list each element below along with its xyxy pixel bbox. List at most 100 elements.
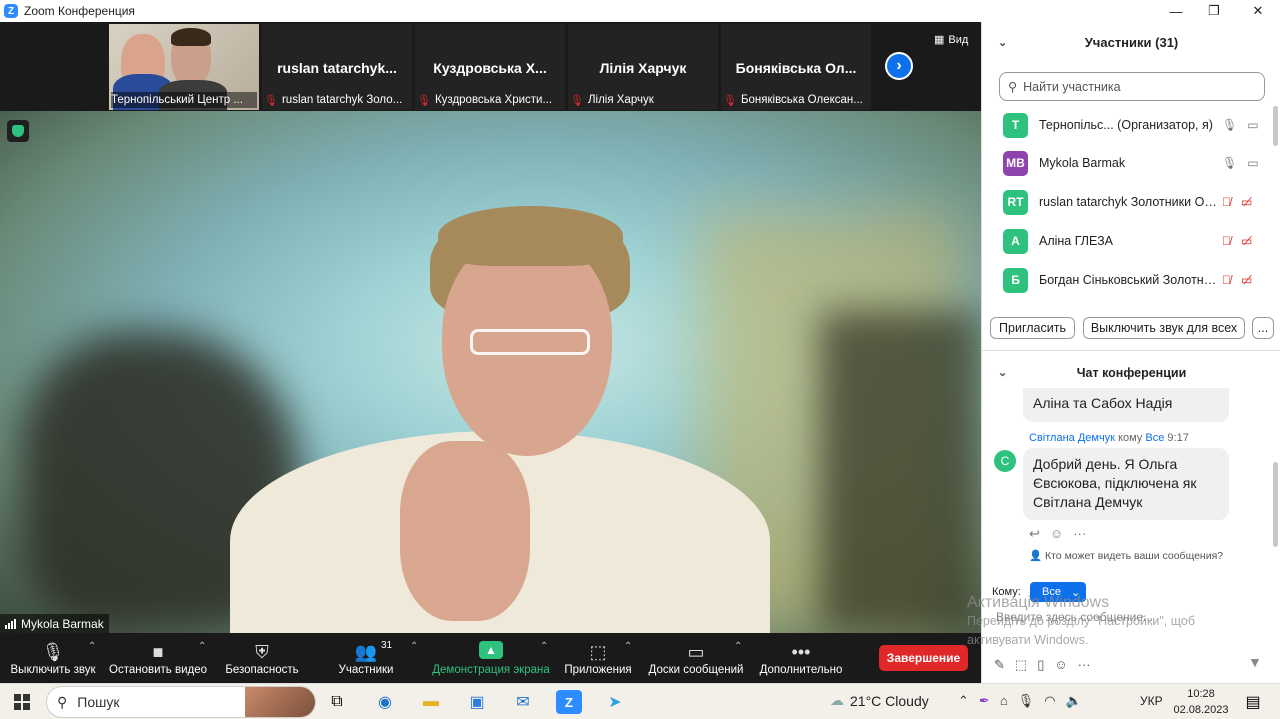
participant-row[interactable]: RT ruslan tatarchyk Золотники Ос... 🎙̸ ▭̸ (982, 183, 1272, 221)
who-can-see-link[interactable]: 👤 Кто может видеть ваши сообщения? (1029, 549, 1223, 562)
send-icon[interactable]: ▼ (1248, 654, 1262, 670)
participants-more-button[interactable]: ... (1252, 317, 1274, 339)
participant-row[interactable]: MB Mykola Barmak 🎙 ▭ (982, 144, 1272, 182)
emoji-reaction-icon[interactable]: ☺ (1050, 526, 1063, 542)
video-off-icon[interactable]: ▭̸ (1241, 195, 1252, 209)
video-options-chevron-icon[interactable]: ⌃ (198, 641, 206, 652)
language-indicator[interactable]: УКР (1140, 694, 1163, 708)
share-options-chevron-icon[interactable]: ⌃ (540, 641, 548, 652)
end-meeting-button[interactable]: Завершение (879, 645, 968, 671)
more-button[interactable]: ••• Дополнительно (756, 633, 846, 683)
view-label: Вид (948, 33, 969, 46)
video-camera-icon[interactable]: ▭ (1247, 156, 1258, 170)
next-page-button[interactable]: › (885, 52, 913, 80)
video-camera-icon[interactable]: ▭ (1247, 118, 1258, 132)
video-tile[interactable]: Боняківська Ол... 🎙 Боняківська Олексан..… (721, 24, 871, 110)
chat-sender[interactable]: Світлана Демчук (1029, 432, 1115, 444)
microphone-icon[interactable]: 🎙 (1222, 118, 1237, 132)
video-off-icon[interactable]: ▭̸ (1241, 234, 1252, 248)
zoom-app-icon[interactable]: Z (556, 690, 582, 714)
chat-message-header: Світлана Демчук кому Все 9:17 (1029, 432, 1189, 444)
meeting-area: Тернопільський Центр ... ruslan tatarchy… (0, 22, 981, 633)
mute-button[interactable]: 🎙 Выключить звук (8, 633, 98, 683)
volume-icon[interactable]: 🔈 (1066, 693, 1082, 709)
video-camera-icon: ■ (152, 642, 164, 662)
more-dots-icon[interactable]: ··· (1078, 657, 1091, 673)
windows-start-icon[interactable] (14, 694, 30, 710)
active-speaker-video (0, 111, 981, 633)
participants-options-chevron-icon[interactable]: ⌃ (410, 641, 418, 652)
microphone-muted-icon[interactable]: 🎙̸ (1222, 273, 1231, 287)
screenshot-icon[interactable]: ⬚ (1015, 657, 1027, 673)
participant-row[interactable]: T Тернопільс... (Организатор, я) 🎙 ▭ (982, 106, 1272, 144)
edge-browser-icon[interactable]: ◉ (372, 690, 398, 714)
video-tile[interactable]: Лілія Харчук 🎙 Лілія Харчук (568, 24, 718, 110)
video-tile[interactable]: Тернопільський Центр ... (109, 24, 259, 110)
windows-activation-watermark: Активація Windows Перейдіть до розділу "… (967, 593, 1195, 650)
tile-caption-row: 🎙 Лілія Харчук (570, 92, 716, 108)
microphone-icon[interactable]: 🎙 (1222, 156, 1237, 170)
telegram-icon[interactable]: ➤ (602, 690, 628, 714)
encryption-shield-icon[interactable] (7, 120, 29, 142)
tile-caption-row: 🎙 Боняківська Олексан... (723, 92, 869, 108)
security-button[interactable]: ⛨ Безопасность (222, 633, 302, 683)
file-icon[interactable]: ▯ (1037, 657, 1044, 673)
whiteboards-options-chevron-icon[interactable]: ⌃ (734, 641, 742, 652)
mic-muted-icon: 🎙 (417, 94, 431, 107)
chat-message-bubble: Аліна та Сабох Надія (1023, 388, 1229, 422)
participant-row[interactable]: Б Богдан Сіньковський Золотни... 🎙̸ ▭̸ (982, 261, 1272, 299)
video-tile[interactable]: ruslan tatarchyk... 🎙 ruslan tatarchyk Зо… (262, 24, 412, 110)
whiteboards-button[interactable]: ▭ Доски сообщений (646, 633, 746, 683)
pen-icon[interactable]: ✒ (979, 693, 990, 709)
taskbar-clock[interactable]: 10:28 02.08.2023 (1168, 686, 1234, 718)
weather-widget[interactable]: ☁ 21°C Cloudy (830, 692, 929, 709)
wifi-icon[interactable]: ◠ (1044, 693, 1055, 709)
microphone-muted-icon[interactable]: 🎙̸ (1222, 195, 1231, 209)
microphone-muted-icon[interactable]: 🎙̸ (1222, 234, 1231, 248)
watermark-line: активувати Windows. (967, 633, 1089, 647)
maximize-button[interactable]: ❐ (1192, 0, 1236, 22)
file-explorer-icon[interactable]: ▬ (418, 690, 444, 714)
view-button[interactable]: ▦ Вид (934, 33, 969, 47)
mute-options-chevron-icon[interactable]: ⌃ (88, 641, 96, 652)
thumbnail-strip: Тернопільський Центр ... ruslan tatarchy… (0, 22, 981, 111)
format-text-icon[interactable]: ✎ (994, 657, 1005, 673)
video-off-icon[interactable]: ▭̸ (1241, 273, 1252, 287)
notifications-icon[interactable]: ▤ (1240, 690, 1266, 714)
participant-search-input[interactable]: ⚲ Найти участника (999, 72, 1265, 101)
collapse-chevron-icon[interactable]: ⌄ (998, 366, 1007, 379)
participant-name: ruslan tatarchyk Золотники Ос... (1039, 195, 1219, 209)
share-screen-button[interactable]: ▲ Демонстрация экрана (432, 633, 550, 683)
emoji-icon[interactable]: ☺ (1054, 657, 1067, 673)
network-icon[interactable]: ⌂ (1000, 693, 1008, 709)
close-button[interactable]: ✕ (1236, 0, 1280, 22)
apps-label: Приложения (564, 664, 632, 676)
tile-name: Лілія Харчук (599, 60, 687, 76)
system-tray: ⌃ ✒ ⌂ 🎙 ◠ 🔈 (958, 693, 1082, 709)
invite-button[interactable]: Пригласить (990, 317, 1075, 339)
taskbar-search[interactable]: ⚲ Пошук (46, 686, 316, 718)
chevron-up-icon[interactable]: ⌃ (958, 693, 969, 709)
cloud-icon: ☁ (830, 692, 844, 708)
stop-video-button[interactable]: ■ Остановить видео (108, 633, 208, 683)
mail-icon[interactable]: ✉ (510, 690, 536, 714)
chat-scrollbar[interactable] (1273, 462, 1278, 547)
whiteboards-label: Доски сообщений (648, 664, 744, 676)
participant-row[interactable]: A Аліна ГЛЕЗА 🎙̸ ▭̸ (982, 222, 1272, 260)
video-tile[interactable]: Куздровська Х... 🎙 Куздровська Христи... (415, 24, 565, 110)
store-icon[interactable]: ▣ (464, 690, 490, 714)
apps-options-chevron-icon[interactable]: ⌃ (624, 641, 632, 652)
message-actions: ↩ ☺ ··· (1029, 526, 1086, 542)
task-view-icon[interactable]: ⧉ (324, 690, 350, 714)
reply-icon[interactable]: ↩ (1029, 526, 1040, 542)
participant-list-scrollbar[interactable] (1273, 106, 1278, 146)
participant-name: Богдан Сіньковський Золотни... (1039, 273, 1219, 287)
weather-text: 21°C Cloudy (850, 692, 929, 709)
more-dots-icon[interactable]: ··· (1073, 526, 1086, 542)
avatar: MB (1003, 150, 1028, 176)
chat-header: ⌄ Чат конференции (982, 360, 1280, 386)
microphone-icon[interactable]: 🎙 (1018, 693, 1035, 709)
collapse-chevron-icon[interactable]: ⌄ (998, 36, 1007, 49)
grid-icon: ▦ (934, 34, 945, 46)
mute-all-button[interactable]: Выключить звук для всех (1083, 317, 1245, 339)
